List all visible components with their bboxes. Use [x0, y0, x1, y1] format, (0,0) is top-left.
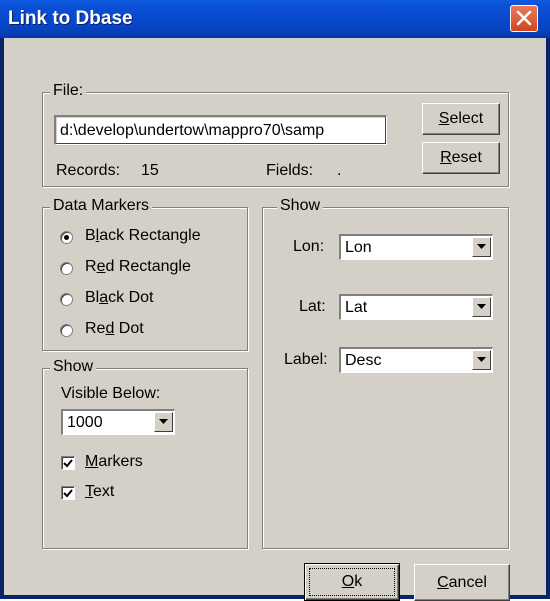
- title-bar[interactable]: Link to Dbase: [0, 0, 550, 38]
- reset-button-label-key: R: [440, 149, 452, 166]
- visible-below-value: 1000: [67, 414, 103, 431]
- radio-label-black-rectangle[interactable]: Black Rectangle: [85, 227, 201, 245]
- dialog-body: File: d:\develop\undertow\mappro70\samp …: [4, 38, 546, 601]
- records-label: Records:: [56, 162, 121, 179]
- visible-below-dropdown-button[interactable]: [154, 412, 173, 432]
- markers-checkbox-label[interactable]: Markers: [85, 453, 143, 471]
- lat-label: Lat:: [299, 298, 326, 315]
- chevron-down-icon: [159, 419, 168, 424]
- label-pre: B: [85, 227, 96, 244]
- fields-value: .: [337, 162, 342, 179]
- text-checkbox-label[interactable]: Text: [85, 483, 114, 501]
- label-post: arkers: [98, 453, 143, 470]
- label-pre: Re: [85, 320, 106, 337]
- lon-label: Lon:: [293, 238, 325, 255]
- reset-button-label-post: eset: [451, 149, 482, 166]
- show-fields-legend: Show: [277, 197, 324, 215]
- text-checkbox[interactable]: [61, 486, 75, 500]
- chevron-down-icon: [477, 357, 486, 362]
- radio-label-black-dot[interactable]: Black Dot: [85, 289, 153, 307]
- file-group-legend: File:: [50, 82, 87, 100]
- check-icon: [63, 489, 73, 498]
- lat-select[interactable]: Lat: [339, 294, 493, 320]
- lon-value: Lon: [345, 239, 372, 256]
- cancel-label-key: C: [437, 573, 449, 591]
- chevron-down-icon: [477, 304, 486, 309]
- lat-value: Lat: [345, 299, 368, 316]
- label-post: d Rectangle: [105, 258, 191, 275]
- visible-below-select[interactable]: 1000: [61, 409, 175, 435]
- radio-black-rectangle[interactable]: [60, 231, 73, 244]
- label-post: Dot: [114, 320, 144, 337]
- visible-below-label: Visible Below:: [61, 385, 161, 402]
- lon-select[interactable]: Lon: [339, 234, 493, 260]
- cancel-label-post: ancel: [448, 573, 487, 591]
- reset-button[interactable]: Reset: [422, 142, 500, 174]
- data-markers-legend: Data Markers: [50, 197, 153, 215]
- cancel-button[interactable]: Cancel: [414, 564, 510, 601]
- label-field-label: Label:: [284, 351, 328, 368]
- label-select[interactable]: Desc: [339, 347, 493, 373]
- label-value: Desc: [345, 352, 382, 369]
- markers-checkbox[interactable]: [61, 456, 75, 470]
- lat-dropdown-button[interactable]: [472, 297, 491, 317]
- fields-label: Fields:: [266, 162, 314, 179]
- label-key: a: [99, 289, 109, 306]
- file-path-input[interactable]: d:\develop\undertow\mappro70\samp: [54, 115, 387, 145]
- radio-black-dot[interactable]: [60, 293, 73, 306]
- label-post: ack Rectangle: [99, 227, 201, 244]
- label-pre: Bl: [85, 289, 100, 306]
- records-value: 15: [141, 162, 159, 179]
- label-key: T: [85, 483, 93, 500]
- radio-label-red-dot[interactable]: Red Dot: [85, 320, 144, 338]
- radio-red-dot[interactable]: [60, 324, 73, 337]
- select-button-label-key: S: [438, 110, 450, 127]
- lon-dropdown-button[interactable]: [472, 237, 491, 257]
- label-pre: R: [85, 258, 97, 275]
- radio-red-rectangle[interactable]: [60, 262, 73, 275]
- label-post: ck Dot: [108, 289, 154, 306]
- radio-selected-dot: [64, 235, 69, 240]
- close-icon: [516, 10, 532, 26]
- ok-button[interactable]: Ok: [304, 563, 400, 601]
- radio-label-red-rectangle[interactable]: Red Rectangle: [85, 258, 191, 276]
- select-button[interactable]: Select: [422, 103, 500, 135]
- close-button[interactable]: [510, 5, 538, 32]
- ok-label-post: k: [354, 573, 363, 590]
- check-icon: [63, 459, 73, 468]
- show-options-legend: Show: [50, 358, 97, 376]
- dialog-window: Link to Dbase File: d:\develop\undertow\…: [0, 0, 550, 601]
- ok-label-key: O: [341, 573, 355, 590]
- label-key: M: [85, 453, 99, 470]
- label-post: ext: [93, 483, 115, 500]
- label-dropdown-button[interactable]: [472, 350, 491, 370]
- file-path-value: d:\develop\undertow\mappro70\samp: [60, 122, 325, 139]
- window-title: Link to Dbase: [8, 8, 133, 29]
- chevron-down-icon: [477, 244, 486, 249]
- select-button-label-post: elect: [449, 110, 484, 127]
